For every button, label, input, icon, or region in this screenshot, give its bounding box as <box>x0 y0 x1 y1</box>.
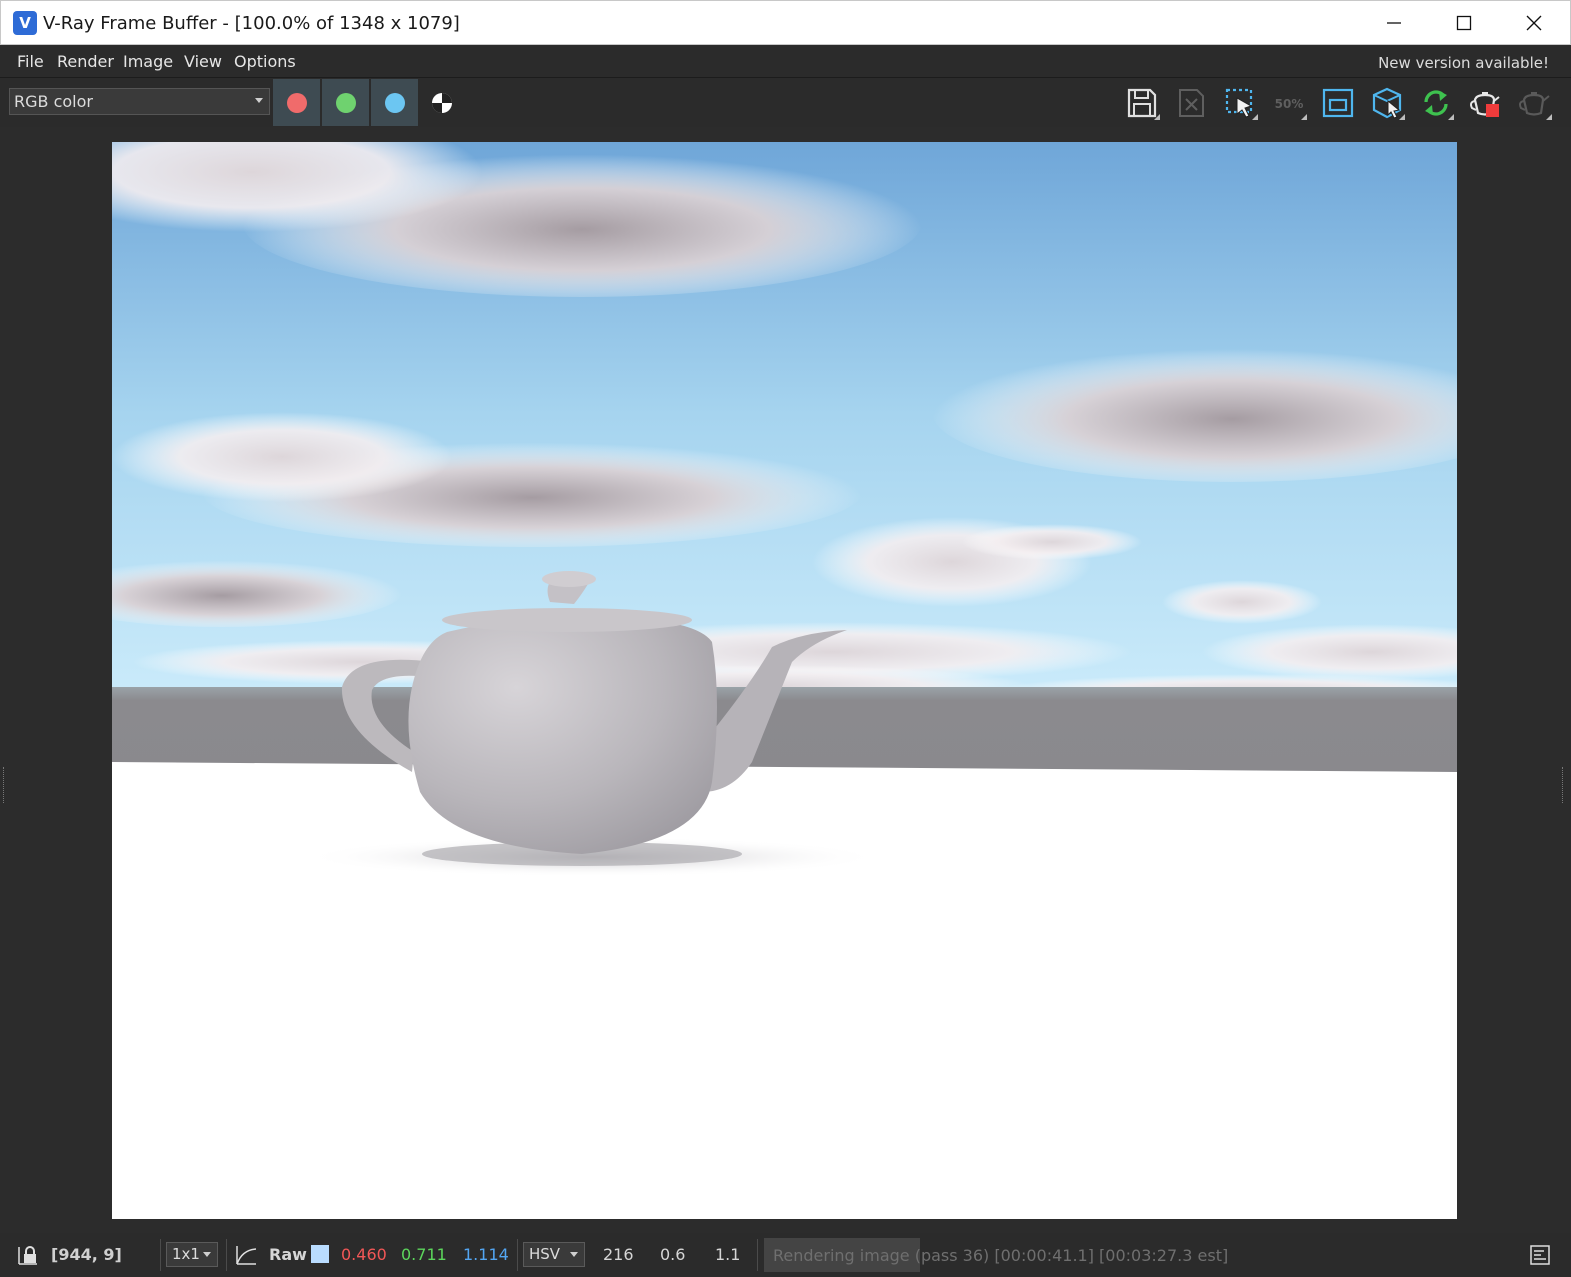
minimize-icon <box>1387 22 1401 24</box>
render-region-frame-icon <box>1322 88 1354 118</box>
render-region-frame-button[interactable] <box>1318 84 1358 122</box>
render-button[interactable] <box>1514 84 1554 122</box>
render-progress: Rendering image (pass 36) [00:00:41.1] [… <box>764 1238 1544 1272</box>
menu-render[interactable]: Render <box>57 52 114 71</box>
sample-size-select[interactable]: 1x1 <box>166 1242 218 1267</box>
color-mode-label[interactable]: Raw <box>269 1245 307 1264</box>
toolbar: RGB color 50% <box>0 79 1571 127</box>
save-image-button[interactable] <box>1122 84 1162 122</box>
close-button[interactable] <box>1499 1 1569 45</box>
chevron-down-icon <box>570 1252 578 1257</box>
menu-options[interactable]: Options <box>234 52 296 71</box>
color-space-select[interactable]: HSV <box>523 1242 585 1267</box>
channel-select[interactable]: RGB color <box>9 88 270 115</box>
progress-text: Rendering image (pass 36) [00:00:41.1] [… <box>773 1246 1229 1265</box>
track-mouse-button[interactable] <box>1367 84 1407 122</box>
blue-value: 1.114 <box>463 1245 509 1264</box>
pixel-coordinates: [944, 9] <box>51 1245 122 1264</box>
hue-value: 216 <box>603 1245 634 1264</box>
maximize-icon <box>1456 15 1472 31</box>
stop-render-button[interactable] <box>1465 84 1505 122</box>
left-panel-handle[interactable] <box>3 767 6 803</box>
zoom-50-button[interactable]: 50% <box>1269 84 1309 122</box>
chevron-down-icon <box>203 1252 211 1257</box>
maximize-button[interactable] <box>1429 1 1499 45</box>
vray-logo-icon: V <box>13 11 37 35</box>
lock-pointer-icon[interactable] <box>17 1244 39 1266</box>
green-channel-button[interactable] <box>322 79 369 126</box>
menu-image[interactable]: Image <box>123 52 173 71</box>
clear-image-icon <box>1179 89 1204 117</box>
red-value: 0.460 <box>341 1245 387 1264</box>
channel-select-value: RGB color <box>14 92 93 111</box>
sample-size-value: 1x1 <box>172 1245 200 1263</box>
chevron-down-icon <box>255 98 263 103</box>
status-bar: [944, 9] 1x1 Raw 0.460 0.711 1.114 HSV 2… <box>0 1233 1571 1277</box>
value-value: 1.1 <box>715 1245 741 1264</box>
color-swatch <box>311 1245 329 1263</box>
close-icon <box>1526 15 1542 31</box>
blue-dot-icon <box>384 92 405 113</box>
monochrome-icon <box>431 92 452 113</box>
stop-render-icon <box>1470 92 1500 117</box>
red-channel-button[interactable] <box>273 79 320 126</box>
saturation-value: 0.6 <box>660 1245 686 1264</box>
color-curve-icon[interactable] <box>234 1244 258 1266</box>
red-dot-icon <box>286 92 307 113</box>
menu-bar: File Render Image View Options New versi… <box>0 45 1571 78</box>
minimize-button[interactable] <box>1359 1 1429 45</box>
green-value: 0.711 <box>401 1245 447 1264</box>
menu-file[interactable]: File <box>17 52 44 71</box>
blue-channel-button[interactable] <box>371 79 418 126</box>
color-space-value: HSV <box>529 1245 561 1263</box>
clear-image-button[interactable] <box>1171 84 1211 122</box>
region-render-button[interactable] <box>1220 84 1260 122</box>
svg-text:50%: 50% <box>1275 97 1304 111</box>
teapot-render-image <box>112 142 1457 1219</box>
window-title: V-Ray Frame Buffer - [100.0% of 1348 x 1… <box>43 13 460 34</box>
right-panel-handle[interactable] <box>1562 767 1565 803</box>
log-panel-icon[interactable] <box>1530 1245 1550 1265</box>
new-version-link[interactable]: New version available! <box>1378 54 1549 72</box>
title-bar: V V-Ray Frame Buffer - [100.0% of 1348 x… <box>0 0 1571 45</box>
monochrome-button[interactable] <box>418 79 465 126</box>
green-dot-icon <box>335 92 356 113</box>
menu-view[interactable]: View <box>184 52 222 71</box>
rendered-image[interactable] <box>112 142 1457 1219</box>
update-render-button[interactable] <box>1416 84 1456 122</box>
